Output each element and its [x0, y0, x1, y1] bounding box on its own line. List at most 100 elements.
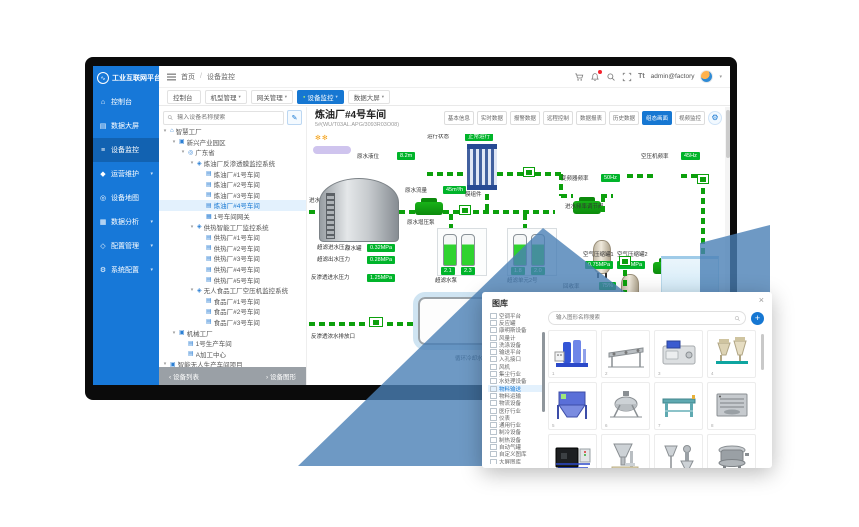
sidebar-item-maintenance[interactable]: ◆ 运营维护 ▾	[93, 162, 159, 186]
detail-tab-button[interactable]: 实时数据	[477, 111, 507, 125]
tree-node-workshop[interactable]: ▤ 食品厂#3号车间	[159, 317, 306, 328]
tree-expand-icon[interactable]: ▾	[162, 128, 168, 134]
fullscreen-icon[interactable]	[622, 72, 632, 82]
tree-search-box[interactable]	[163, 111, 284, 125]
sidebar-item-device-monitor[interactable]: ≡ 设备监控	[93, 138, 159, 162]
tree-node-workshop[interactable]: ▤ 1号生产车间	[159, 338, 306, 349]
gallery-item-kettle[interactable]: 6	[601, 382, 650, 430]
tree-node-factory[interactable]: ▾ ⌂ 智慧工厂	[159, 126, 306, 137]
tree-node-workshop[interactable]: ▤ 炼油厂#3号车间	[159, 190, 306, 201]
tree-node-workshop[interactable]: ▤ 供热厂#4号车间	[159, 264, 306, 275]
gallery-item-table[interactable]: 7	[654, 382, 703, 430]
category-scrollbar-thumb[interactable]	[542, 332, 545, 412]
tab[interactable]: 控制台	[167, 90, 201, 104]
tree-expand-icon[interactable]: ▾	[171, 330, 177, 336]
tree-expand-icon[interactable]: ▾	[189, 287, 195, 293]
booster-pump[interactable]	[415, 202, 443, 215]
detail-tab-button[interactable]: 视频监控	[675, 111, 705, 125]
tree-node-park[interactable]: ▾ ▣ 机械工厂	[159, 327, 306, 338]
gallery-category[interactable]: 入孔接口	[488, 356, 542, 363]
detail-tab-button[interactable]: 历史数据	[609, 111, 639, 125]
gear-icon[interactable]: ⚙	[708, 111, 722, 125]
detail-tab-button[interactable]: 报警数据	[510, 111, 540, 125]
tree-node-workshop[interactable]: ▤ 食品厂#2号车间	[159, 306, 306, 317]
font-size-icon[interactable]: Tt	[638, 73, 645, 80]
tree-expand-icon[interactable]: ▾	[180, 149, 186, 155]
breadcrumb-home[interactable]: 首页	[181, 72, 195, 82]
gallery-item-chiller[interactable]: 9	[548, 434, 597, 468]
tree-node-workshop[interactable]: ▤ 供热厂#3号车间	[159, 253, 306, 264]
tab[interactable]: 数据大屏 ▾	[348, 90, 390, 104]
gallery-category[interactable]: 医疗行业	[488, 407, 542, 414]
gallery-item-sieve[interactable]: 12	[707, 434, 756, 468]
valve[interactable]	[523, 167, 535, 177]
tree-node-system[interactable]: ▾ ◈ 无人食品工厂空压机监控系统	[159, 285, 306, 296]
tree-node-gateway[interactable]: ▦ 1号车间网关	[159, 211, 306, 222]
user-menu-caret-icon[interactable]: ▾	[719, 74, 722, 80]
raw-water-tank[interactable]	[319, 178, 399, 242]
avatar[interactable]	[700, 70, 713, 83]
gallery-item-mixer[interactable]: 11	[654, 434, 703, 468]
tree-expand-icon[interactable]: ▾	[189, 224, 195, 230]
tree-node-location[interactable]: ▾ ◎ 广东省	[159, 147, 306, 158]
gallery-item-cyclones[interactable]: 4	[707, 330, 756, 378]
tree-node-workshop[interactable]: ▤ 供热厂#2号车间	[159, 243, 306, 254]
tree-node-system[interactable]: ▾ ◈ 炼油厂反渗透膜监控系统	[159, 158, 306, 169]
gallery-item-conveyor[interactable]: 2	[601, 330, 650, 378]
tab[interactable]: ● 设备监控 ▾	[297, 90, 344, 104]
detail-tab-button[interactable]: 基本信息	[444, 111, 474, 125]
tree-node-workshop[interactable]: ▤ A加工中心	[159, 348, 306, 359]
tree-node-workshop[interactable]: ▤ 食品厂#1号车间	[159, 296, 306, 307]
gallery-item-tanks[interactable]: 1	[548, 330, 597, 378]
add-graphic-button[interactable]: +	[751, 312, 764, 325]
uf-cylinder[interactable]	[461, 234, 475, 266]
gallery-item-feeder[interactable]: 10	[601, 434, 650, 468]
drain-valve[interactable]	[369, 317, 383, 327]
username[interactable]: admin@factory	[651, 73, 695, 80]
close-icon[interactable]: ×	[759, 296, 764, 305]
device-list-button[interactable]: ‹ 设备列表	[169, 371, 199, 381]
membrane-unit[interactable]	[467, 144, 497, 190]
sidebar-item-data-analysis[interactable]: ▦ 数据分析 ▾	[93, 210, 159, 234]
tree-node-workshop[interactable]: ▤ 炼油厂#1号车间	[159, 168, 306, 179]
sidebar-item-device-map[interactable]: ◎ 设备地图	[93, 186, 159, 210]
scrollbar-thumb[interactable]	[726, 110, 730, 158]
device-graph-button[interactable]: › 设备图形	[266, 371, 296, 381]
tab[interactable]: 机型管理 ▾	[205, 90, 247, 104]
sidebar-item-dashboard[interactable]: ▤ 数据大屏	[93, 114, 159, 138]
tree-node-workshop[interactable]: ▤ 炼油厂#2号车间	[159, 179, 306, 190]
collapse-menu-icon[interactable]	[167, 73, 176, 81]
tree-node-park[interactable]: ▾ ▣ 新兴产业园区	[159, 137, 306, 148]
detail-tab-button[interactable]: 远程控制	[543, 111, 573, 125]
tree-node-workshop[interactable]: ▤ 供热厂#1号车间	[159, 232, 306, 243]
tab[interactable]: 网关管理 ▾	[251, 90, 293, 104]
search-icon[interactable]	[606, 72, 616, 82]
bell-icon[interactable]	[590, 72, 600, 82]
valve[interactable]	[697, 174, 709, 184]
gallery-item-cabinet[interactable]: 8	[707, 382, 756, 430]
tree-expand-icon[interactable]: ▾	[171, 139, 177, 145]
tree-expand-icon[interactable]: ▾	[189, 160, 195, 166]
valve[interactable]	[619, 256, 631, 266]
tree-node-workshop[interactable]: ▤ 供热厂#5号车间	[159, 274, 306, 285]
sidebar-item-config-manage[interactable]: ◇ 配置管理 ▾	[93, 234, 159, 258]
tree-node-system[interactable]: ▾ ◈ 供热智能工厂监控系统	[159, 221, 306, 232]
detail-tab-button[interactable]: 数据报表	[576, 111, 606, 125]
gallery-search-box[interactable]	[548, 311, 746, 325]
tree-search-input[interactable]	[175, 114, 280, 122]
sidebar-item-home[interactable]: ⌂ 控制台	[93, 90, 159, 114]
uf-cylinder[interactable]	[513, 234, 527, 266]
sidebar-item-system-config[interactable]: ⚙ 系统配置 ▾	[93, 258, 159, 282]
gallery-item-hopper[interactable]: 5	[548, 382, 597, 430]
cart-icon[interactable]	[574, 72, 584, 82]
uf-cylinder[interactable]	[531, 234, 545, 266]
edit-tree-button[interactable]: ✎	[287, 110, 302, 125]
uf-cylinder[interactable]	[443, 234, 457, 266]
gallery-item-washer[interactable]: 3	[654, 330, 703, 378]
grid-scrollbar-thumb[interactable]	[761, 334, 764, 370]
detail-tab-button[interactable]: 组态画面	[642, 111, 672, 125]
valve[interactable]	[459, 205, 471, 215]
tree-node-park[interactable]: ▾ ▣ 智能无人生产车间项目	[159, 359, 306, 367]
tree-node-workshop[interactable]: ▤ 炼油厂#4号车间	[159, 200, 306, 211]
gallery-search-input[interactable]	[554, 314, 731, 322]
